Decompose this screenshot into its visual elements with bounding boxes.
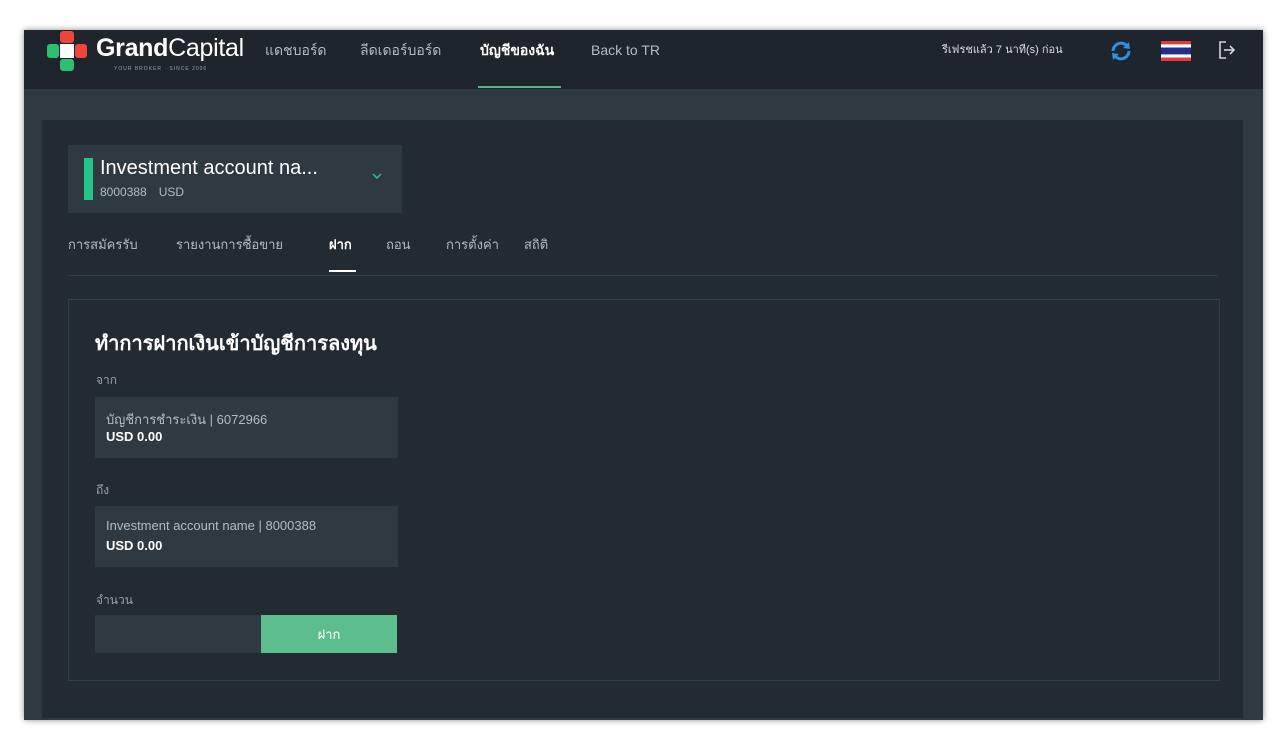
logo-mark-icon [47, 31, 87, 71]
form-title: ทำการฝากเงินเข้าบัญชีการลงทุน [95, 333, 377, 355]
from-account-balance: USD 0.00 [106, 429, 163, 444]
logo-wordmark: GrandCapital [96, 34, 244, 63]
logo-wordmark-light: Capital [168, 34, 244, 62]
from-label: จาก [96, 373, 118, 387]
account-color-bar [84, 158, 93, 200]
tab-active-indicator [329, 270, 356, 272]
logo-wordmark-bold: Grand [96, 34, 169, 62]
account-number-line: 8000388 USD [100, 185, 184, 199]
tab-statistics[interactable]: สถิติ [524, 230, 548, 260]
top-navigation-bar: GrandCapital YOUR BROKER · SINCE 2006 แด… [24, 30, 1263, 89]
nav-item-leaderboard[interactable]: ลีดเดอร์บอร์ด [360, 30, 441, 89]
account-selector[interactable]: Investment account na... 8000388 USD [68, 145, 402, 213]
nav-item-back-to-tr[interactable]: Back to TR [591, 30, 660, 89]
chevron-down-icon[interactable] [370, 171, 384, 181]
tab-trading-report[interactable]: รายงานการซื้อขาย [176, 230, 283, 260]
nav-item-my-account[interactable]: บัญชีของฉัน [480, 30, 554, 89]
account-name: Investment account na... [100, 157, 318, 179]
refresh-status: รีเฟรชแล้ว 7 นาที(s) ก่อน [942, 44, 1063, 56]
logout-icon[interactable] [1217, 40, 1237, 60]
main-panel: Investment account na... 8000388 USD การส… [42, 120, 1243, 718]
to-account-name: Investment account name | 8000388 [106, 518, 317, 533]
from-account-field: บัญชีการชำระเงิน | 6072966 USD 0.00 [95, 397, 398, 458]
tab-deposit[interactable]: ฝาก [329, 230, 352, 260]
deposit-form: ทำการฝากเงินเข้าบัญชีการลงทุน จาก บัญชีก… [68, 299, 1220, 681]
to-label: ถึง [96, 483, 110, 497]
tab-settings[interactable]: การตั้งค่า [446, 230, 499, 260]
logo-tagline: YOUR BROKER · SINCE 2006 [114, 66, 208, 72]
refresh-icon[interactable] [1110, 40, 1132, 62]
nav-item-dashboard[interactable]: แดชบอร์ด [265, 30, 327, 89]
nav-active-indicator [478, 86, 561, 88]
app-window: GrandCapital YOUR BROKER · SINCE 2006 แด… [24, 30, 1263, 720]
to-account-balance: USD 0.00 [106, 538, 163, 553]
amount-input[interactable] [95, 615, 261, 653]
account-currency: USD [158, 185, 185, 199]
to-account-field: Investment account name | 8000388 USD 0.… [95, 506, 398, 567]
tab-withdraw[interactable]: ถอน [386, 230, 411, 260]
tab-subscriptions[interactable]: การสมัครรับ [68, 230, 138, 260]
grandcapital-logo[interactable]: GrandCapital YOUR BROKER · SINCE 2006 [44, 30, 244, 89]
account-number: 8000388 [100, 185, 147, 199]
account-tabs: การสมัครรับ รายงานการซื้อขาย ฝาก ถอน การ… [68, 230, 1218, 276]
thai-flag-icon[interactable] [1161, 41, 1191, 61]
deposit-button[interactable]: ฝาก [261, 615, 397, 653]
from-account-name: บัญชีการชำระเงิน | 6072966 [106, 412, 268, 427]
amount-label: จำนวน [96, 593, 133, 607]
